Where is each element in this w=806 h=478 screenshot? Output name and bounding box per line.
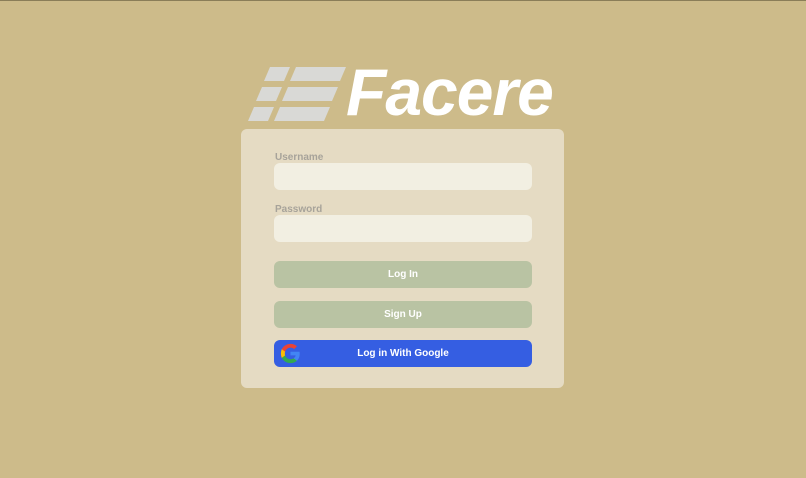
google-login-button[interactable]: Log in With Google — [274, 340, 532, 367]
login-button[interactable]: Log In — [274, 261, 532, 288]
signup-button[interactable]: Sign Up — [274, 301, 532, 328]
username-input[interactable] — [274, 163, 532, 190]
username-label: Username — [275, 152, 324, 163]
signup-button-label: Sign Up — [384, 309, 422, 320]
password-input[interactable] — [274, 215, 532, 242]
brand-name: Facere — [346, 55, 554, 129]
google-button-label: Log in With Google — [357, 348, 449, 359]
brand-logo: Facere — [246, 59, 566, 127]
google-g-icon — [280, 343, 300, 364]
login-button-label: Log In — [388, 269, 418, 280]
brand-stripes-icon — [248, 67, 346, 121]
login-card: Username Password Log In Sign Up Log in … — [241, 129, 564, 388]
password-label: Password — [275, 204, 323, 215]
